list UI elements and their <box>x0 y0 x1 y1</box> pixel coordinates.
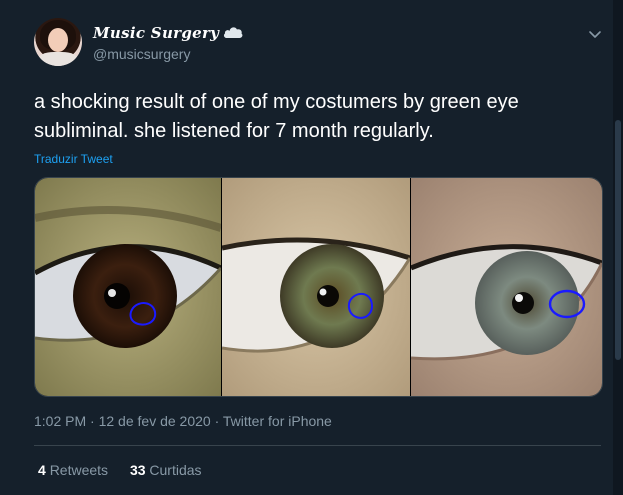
retweets-stat[interactable]: 4 Retweets <box>38 462 112 478</box>
translate-tweet-link[interactable]: Traduzir Tweet <box>34 152 113 166</box>
avatar[interactable] <box>34 18 82 66</box>
chevron-down-icon[interactable] <box>587 26 603 42</box>
likes-stat[interactable]: 33 Curtidas <box>130 462 202 478</box>
retweets-count: 4 <box>38 462 46 478</box>
tweet-source[interactable]: Twitter for iPhone <box>223 413 332 429</box>
eye-photo-3[interactable] <box>411 178 602 396</box>
avatar-face <box>48 28 68 52</box>
scrollbar[interactable] <box>613 0 623 495</box>
tweet-date[interactable]: 12 de fev de 2020 <box>99 413 211 429</box>
tweet-time[interactable]: 1:02 PM <box>34 413 86 429</box>
tweet-text: a shocking result of one of my costumers… <box>34 91 519 142</box>
eye-photo-2[interactable] <box>222 178 410 396</box>
tweet-page: Music Surgery @musicsurgery a shocking r… <box>0 0 623 495</box>
user-handle[interactable]: @musicsurgery <box>93 46 190 62</box>
likes-count: 33 <box>129 462 146 478</box>
meta-separator: · <box>214 413 220 429</box>
tweet-meta: 1:02 PM · 12 de fev de 2020 · Twitter fo… <box>34 413 332 429</box>
tweet-media[interactable] <box>34 177 603 397</box>
eye-photo-1[interactable] <box>35 178 221 396</box>
meta-separator: · <box>90 413 95 429</box>
tweet-header: Music Surgery @musicsurgery <box>34 18 609 74</box>
cloud-icon <box>223 27 243 38</box>
avatar-shirt <box>38 52 78 66</box>
divider <box>34 445 601 446</box>
likes-label: Curtidas <box>149 462 202 478</box>
display-name[interactable]: Music Surgery <box>93 24 219 42</box>
scrollbar-thumb[interactable] <box>615 120 621 360</box>
tweet-stats: 4 Retweets 33 Curtidas <box>38 462 220 478</box>
retweets-label: Retweets <box>49 462 109 478</box>
